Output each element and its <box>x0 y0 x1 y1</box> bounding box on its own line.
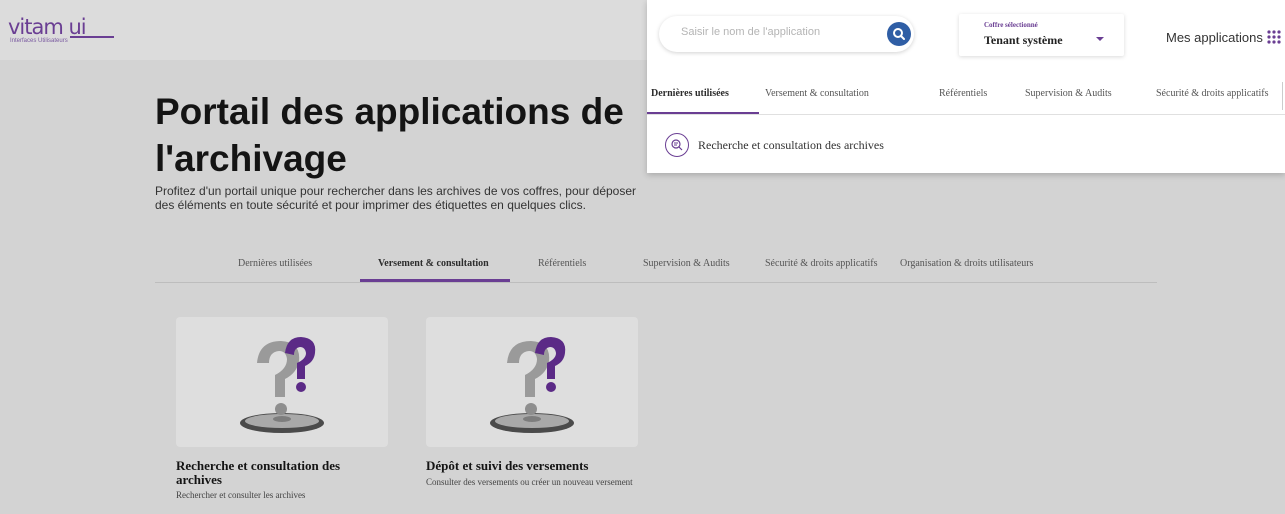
my-apps-link[interactable]: Mes applications <box>1166 30 1263 45</box>
tab-referentiels[interactable]: Référentiels <box>538 258 586 269</box>
app-search-box <box>659 16 914 52</box>
tenant-label: Coffre sélectionné <box>984 21 1038 29</box>
chevron-down-icon <box>1096 37 1104 41</box>
launcher-tab-referentiels[interactable]: Référentiels <box>939 88 987 99</box>
app-search-input[interactable] <box>679 25 873 39</box>
tenant-value: Tenant système <box>984 33 1063 47</box>
app-launcher-panel: Coffre sélectionné Tenant système Mes ap… <box>647 0 1285 173</box>
launcher-tab-divider <box>1282 82 1283 110</box>
app-card-recherche[interactable] <box>176 317 388 447</box>
card-description-recherche: Rechercher et consulter les archives <box>176 490 306 500</box>
search-icon <box>893 28 905 40</box>
page-description: Profitez d'un portail unique pour recher… <box>155 184 637 212</box>
tab-versement-consultation[interactable]: Versement & consultation <box>378 258 489 269</box>
tab-recent[interactable]: Dernières utilisées <box>238 258 312 269</box>
vitam-ui-logo[interactable]: vitam ui Interfaces Utilisateurs <box>8 16 118 46</box>
launcher-tab-recent[interactable]: Dernières utilisées <box>651 88 729 99</box>
tab-supervision-audits[interactable]: Supervision & Audits <box>643 258 730 269</box>
category-tabs: Dernières utilisées Versement & consulta… <box>155 250 1157 283</box>
card-title-depot[interactable]: Dépôt et suivi des versements <box>426 459 636 473</box>
question-mark-pedestal-icon <box>240 337 324 433</box>
active-tab-indicator <box>360 279 510 282</box>
launcher-active-tab-indicator <box>647 112 759 114</box>
question-mark-pedestal-icon <box>490 337 574 433</box>
logo-underline <box>70 36 114 38</box>
launcher-tab-supervision-audits[interactable]: Supervision & Audits <box>1025 88 1112 99</box>
archive-search-icon <box>665 133 689 157</box>
tenant-selector[interactable]: Coffre sélectionné Tenant système <box>959 14 1124 56</box>
recent-app-label: Recherche et consultation des archives <box>698 138 884 152</box>
launcher-tab-securite-droits[interactable]: Sécurité & droits applicatifs <box>1156 88 1268 99</box>
card-title-recherche[interactable]: Recherche et consultation des archives <box>176 459 376 487</box>
card-description-depot: Consulter des versements ou créer un nou… <box>426 477 633 487</box>
search-button[interactable] <box>887 22 911 46</box>
tab-securite-droits[interactable]: Sécurité & droits applicatifs <box>765 258 877 269</box>
page-title: Portail des applications de l'archivage <box>155 91 624 179</box>
app-card-depot[interactable] <box>426 317 638 447</box>
logo-text: vitam ui <box>8 15 87 39</box>
logo-subtitle: Interfaces Utilisateurs <box>10 38 68 44</box>
app-grid-icon[interactable] <box>1267 30 1281 44</box>
launcher-tab-versement-consultation[interactable]: Versement & consultation <box>765 88 869 99</box>
launcher-tabs: Dernières utilisées Versement & consulta… <box>647 78 1285 115</box>
tab-organisation-droits[interactable]: Organisation & droits utilisateurs <box>900 258 1033 269</box>
